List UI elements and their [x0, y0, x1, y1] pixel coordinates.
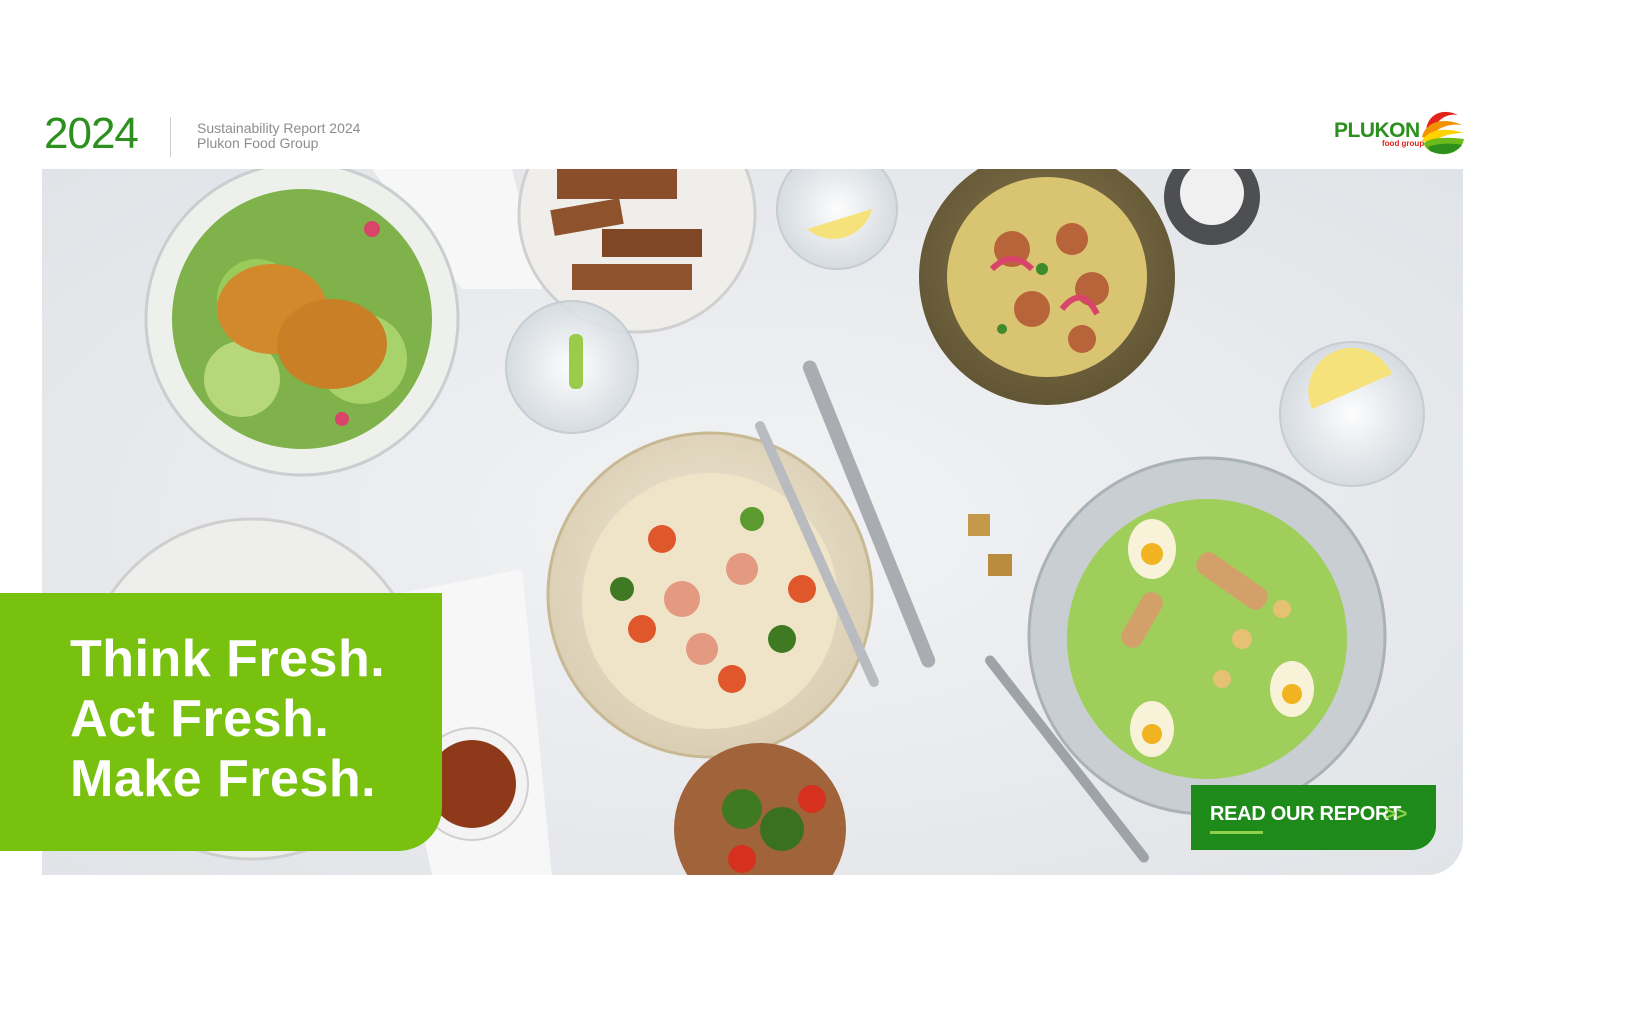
read-report-button[interactable]: READ OUR REPORT >> — [1191, 785, 1436, 850]
cta-underline — [1210, 831, 1263, 834]
slogan-line-make: Make Fresh. — [70, 750, 377, 808]
double-chevron-right-icon: >> — [1385, 804, 1408, 825]
report-meta: Sustainability Report 2024 Plukon Food G… — [197, 121, 360, 151]
slogan-line-think: Think Fresh. — [70, 630, 386, 688]
read-report-label: READ OUR REPORT — [1210, 803, 1402, 825]
report-title: Sustainability Report 2024 — [197, 120, 361, 136]
header-divider — [170, 117, 171, 157]
plukon-logo[interactable]: PLUKON food group — [1334, 103, 1464, 159]
slogan-panel: Think Fresh. Act Fresh. Make Fresh. — [0, 593, 442, 851]
report-year: 2024 — [44, 109, 139, 158]
slogan-line-act: Act Fresh. — [70, 690, 330, 748]
plukon-leaf-icon — [1422, 111, 1464, 155]
company-name: Plukon Food Group — [197, 135, 319, 151]
